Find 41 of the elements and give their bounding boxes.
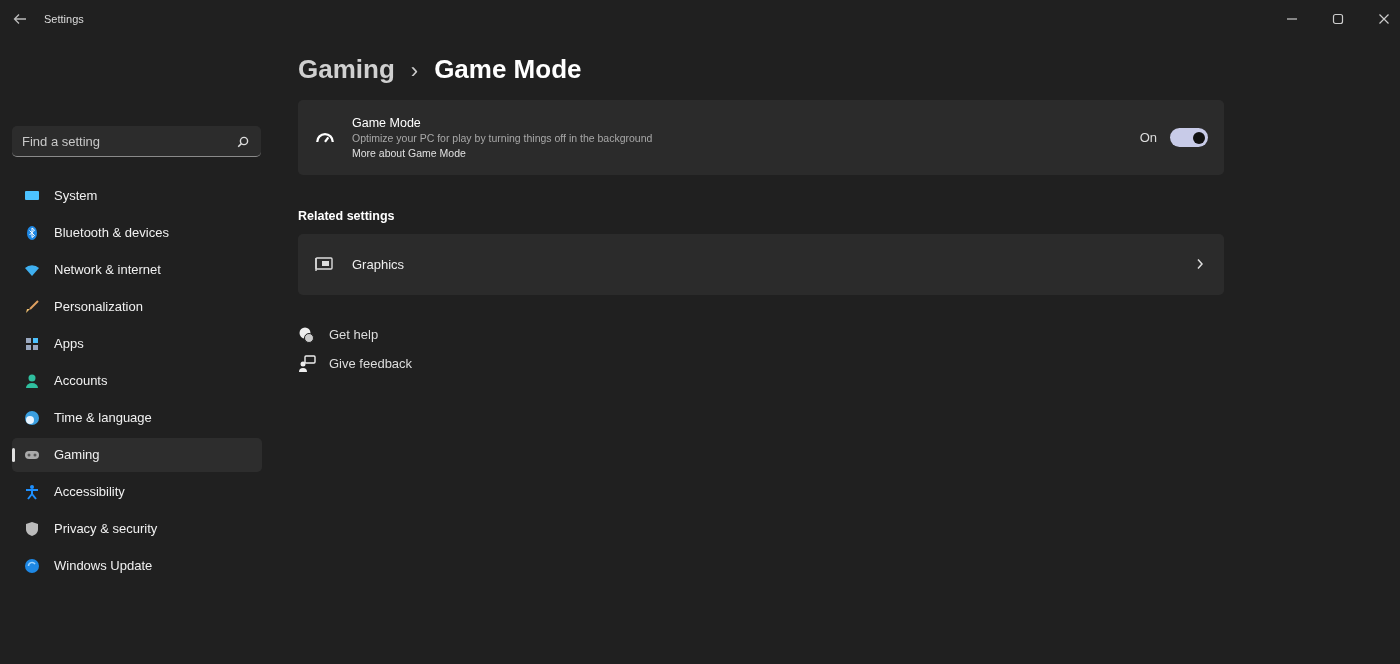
breadcrumb-separator: › — [410, 57, 419, 85]
accessibility-icon — [24, 484, 40, 500]
section-heading: Related settings — [298, 208, 396, 225]
apps-icon — [24, 336, 40, 352]
nav-item[interactable]: Accounts — [12, 364, 262, 398]
toggle-state-label: On — [1139, 128, 1157, 147]
person-icon — [24, 373, 40, 389]
update-icon — [24, 558, 40, 574]
chevron-right-icon — [1196, 258, 1204, 271]
nav-item[interactable]: Network & internet — [12, 253, 262, 287]
bluetooth-icon — [24, 225, 40, 241]
settings-link-card[interactable]: Graphics — [298, 233, 1224, 295]
close-icon[interactable] — [1378, 13, 1390, 25]
setting-title: Game Mode — [352, 114, 422, 131]
maximize-icon[interactable] — [1332, 13, 1344, 25]
help-link[interactable]: Give feedback — [329, 354, 413, 374]
more-info-link[interactable]: More about Game Mode — [352, 145, 653, 161]
breadcrumb-link[interactable]: Gaming — [298, 50, 395, 89]
person-chat-icon — [298, 355, 316, 373]
graphics-card-icon — [314, 256, 334, 273]
help-link[interactable]: Get help — [329, 324, 379, 345]
nav-item[interactable]: System — [12, 179, 262, 213]
wifi-icon — [24, 262, 40, 278]
window-title: Settings — [44, 11, 84, 27]
nav-item[interactable]: Windows Update — [12, 549, 262, 583]
back-icon[interactable] — [12, 11, 28, 27]
nav-item[interactable]: Personalization — [12, 290, 262, 324]
toggle-switch[interactable] — [1170, 128, 1208, 147]
brush-icon — [24, 299, 40, 315]
page-title: Game Mode — [434, 53, 582, 86]
speedometer-icon — [316, 132, 334, 143]
nav-item[interactable]: Bluetooth & devices — [12, 216, 262, 250]
setting-description: Optimize your PC for play by turning things off in the background — [352, 130, 653, 146]
search-field[interactable]: Find a setting — [12, 126, 261, 157]
nav-item[interactable]: Gaming — [12, 438, 262, 472]
search-icon[interactable] — [237, 136, 249, 148]
nav-item[interactable]: Accessibility — [12, 475, 262, 509]
nav-item[interactable]: Privacy & security — [12, 512, 262, 546]
shield-icon — [24, 521, 40, 537]
nav-item[interactable]: Time & language — [12, 401, 262, 435]
nav-item[interactable]: Apps — [12, 327, 262, 361]
